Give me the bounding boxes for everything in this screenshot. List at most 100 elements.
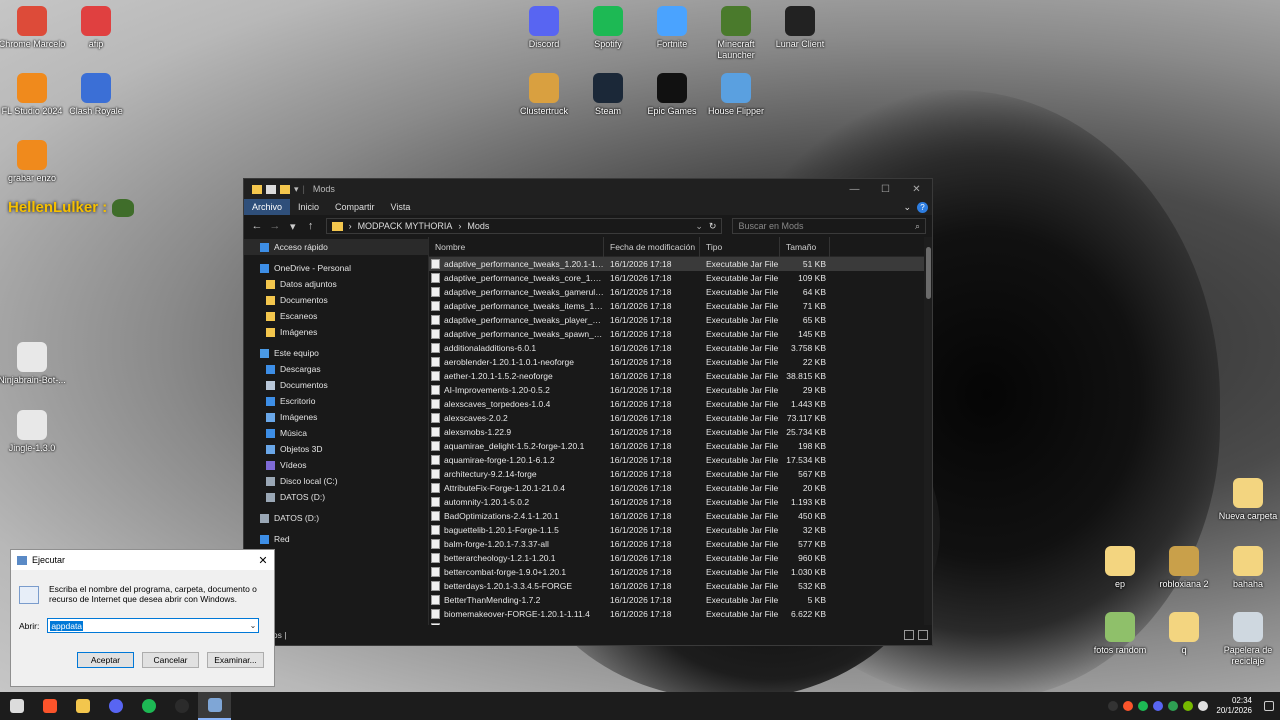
nav-item[interactable]: Datos adjuntos	[244, 276, 428, 292]
file-row[interactable]: BetterThanMending-1.7.2 16/1/2026 17:18 Ex…	[429, 593, 932, 607]
nav-item[interactable]: Imágenes	[244, 324, 428, 340]
quick-access-dropdown-icon[interactable]: ▾	[294, 184, 299, 195]
desktop-icon[interactable]: Ninjabrain-Bot-...	[0, 342, 70, 386]
network-tray-icon[interactable]	[1198, 701, 1209, 711]
expand-ribbon-icon[interactable]: ⌄	[903, 202, 911, 213]
vertical-scrollbar[interactable]	[924, 237, 932, 625]
taskbar-run-button[interactable]	[198, 692, 231, 720]
desktop-icon[interactable]: afip	[58, 6, 134, 50]
file-row[interactable]: aquamirae_delight-1.5.2-forge-1.20.1 16/1…	[429, 439, 932, 453]
scrollbar-thumb[interactable]	[926, 247, 931, 299]
address-bar[interactable]: › MODPACK MYTHORIA › Mods ⌄ ↻	[325, 218, 723, 234]
nvidia-tray-icon[interactable]	[1183, 701, 1194, 711]
desktop-icon[interactable]: Clash Royale	[58, 73, 134, 117]
file-row[interactable]: BadOptimizations-2.4.1-1.20.1 16/1/2026 1…	[429, 509, 932, 523]
new-folder-icon[interactable]	[280, 184, 290, 194]
file-row[interactable]: blossom-blade-1.2 16/1/2026 17:18Executab…	[429, 621, 932, 625]
file-row[interactable]: aquamirae-forge-1.20.1-6.1.2 16/1/2026 17…	[429, 453, 932, 467]
recent-locations-icon[interactable]: ▾	[286, 220, 300, 233]
browse-button[interactable]: Examinar...	[207, 652, 264, 668]
nav-item[interactable]: Descargas	[244, 361, 428, 377]
ok-button[interactable]: Aceptar	[77, 652, 134, 668]
nav-item[interactable]: Documentos	[244, 377, 428, 393]
desktop-icon[interactable]: grabar enzo	[0, 140, 70, 184]
nav-item[interactable]: OneDrive - Personal	[244, 260, 428, 276]
file-row[interactable]: alexscaves-2.0.2 16/1/2026 17:18 Executabl…	[429, 411, 932, 425]
close-button[interactable]: ✕	[252, 554, 274, 567]
file-row[interactable]: adaptive_performance_tweaks_1.20.1-11...…	[429, 257, 932, 271]
forward-button[interactable]: →	[268, 220, 282, 232]
address-dropdown-icon[interactable]: ⌄	[695, 221, 703, 232]
column-name[interactable]: Nombre	[429, 237, 604, 257]
tab-inicio[interactable]: Inicio	[290, 199, 327, 215]
taskbar-brave-button[interactable]	[33, 692, 66, 720]
nav-item[interactable]: Este equipo	[244, 345, 428, 361]
spotify-tray-icon[interactable]	[1138, 701, 1149, 711]
run-input[interactable]: appdata ⌄	[47, 618, 260, 633]
epic-tray-icon[interactable]	[1108, 701, 1119, 711]
chevron-right-icon[interactable]: ›	[349, 221, 352, 231]
breadcrumb-mods[interactable]: Mods	[467, 221, 489, 231]
file-row[interactable]: adaptive_performance_tweaks_player_1.2..…	[429, 313, 932, 327]
refresh-icon[interactable]: ↻	[709, 221, 717, 232]
file-row[interactable]: alexscaves_torpedoes-1.0.4 16/1/2026 17:1…	[429, 397, 932, 411]
chevron-right-icon[interactable]: ›	[458, 221, 461, 231]
minimize-button[interactable]: —	[839, 179, 870, 199]
help-icon[interactable]: ?	[917, 201, 928, 213]
run-input-value[interactable]: appdata	[50, 620, 84, 631]
nav-item[interactable]: Escaneos	[244, 308, 428, 324]
file-row[interactable]: biomemakeover-FORGE-1.20.1-1.11.4 16/1/20…	[429, 607, 932, 621]
file-row[interactable]: aeroblender-1.20.1-1.0.1-neoforge 16/1/20…	[429, 355, 932, 369]
column-date[interactable]: Fecha de modificación	[604, 237, 700, 257]
desktop-icon[interactable]: House Flipper	[698, 73, 774, 117]
taskbar-explorer-button[interactable]	[66, 692, 99, 720]
nav-item[interactable]: Escritorio	[244, 393, 428, 409]
cancel-button[interactable]: Cancelar	[142, 652, 199, 668]
file-row[interactable]: balm-forge-1.20.1-7.3.37-all 16/1/2026 17…	[429, 537, 932, 551]
file-row[interactable]: aether-1.20.1-1.5.2-neoforge 16/1/2026 17…	[429, 369, 932, 383]
run-titlebar[interactable]: Ejecutar ✕	[11, 550, 274, 570]
file-row[interactable]: baguettelib-1.20.1-Forge-1.1.5 16/1/2026 …	[429, 523, 932, 537]
nav-item[interactable]: Vídeos	[244, 457, 428, 473]
search-box[interactable]: Buscar en Mods ⌕	[732, 218, 927, 234]
file-row[interactable]: architectury-9.2.14-forge 16/1/2026 17:18…	[429, 467, 932, 481]
brave-tray-icon[interactable]	[1123, 701, 1134, 711]
taskbar-obs-button[interactable]	[165, 692, 198, 720]
maximize-button[interactable]: ☐	[870, 179, 901, 199]
desktop-icon[interactable]: Nueva carpeta	[1210, 478, 1280, 522]
properties-icon[interactable]	[266, 184, 276, 194]
green-tray-icon[interactable]	[1168, 701, 1179, 711]
file-row[interactable]: adaptive_performance_tweaks_gamerule... 1…	[429, 285, 932, 299]
breadcrumb-modpack[interactable]: MODPACK MYTHORIA	[358, 221, 453, 231]
taskbar-start-button[interactable]	[0, 692, 33, 720]
nav-item[interactable]: Objetos 3D	[244, 441, 428, 457]
file-row[interactable]: alexsmobs-1.22.9 16/1/2026 17:18 Executabl…	[429, 425, 932, 439]
taskbar-discord-button[interactable]	[99, 692, 132, 720]
file-row[interactable]: AI-Improvements-1.20-0.5.2 16/1/2026 17:1…	[429, 383, 932, 397]
back-button[interactable]: ←	[250, 220, 264, 232]
desktop-icon[interactable]: Jingle-1.3.0	[0, 410, 70, 454]
column-type[interactable]: Tipo	[700, 237, 780, 257]
close-button[interactable]: ✕	[901, 179, 932, 199]
taskbar-spotify-button[interactable]	[132, 692, 165, 720]
file-row[interactable]: adaptive_performance_tweaks_spawn_1.... 1…	[429, 327, 932, 341]
tab-vista[interactable]: Vista	[383, 199, 419, 215]
nav-item[interactable]: Red	[244, 531, 428, 547]
tab-archivo[interactable]: Archivo	[244, 199, 291, 215]
tab-compartir[interactable]: Compartir	[327, 199, 383, 215]
file-row[interactable]: additionaladditions-6.0.1 16/1/2026 17:18…	[429, 341, 932, 355]
file-row[interactable]: betterdays-1.20.1-3.3.4.5-FORGE 16/1/2026…	[429, 579, 932, 593]
notification-icon[interactable]	[1264, 701, 1274, 711]
nav-item[interactable]: Imágenes	[244, 409, 428, 425]
nav-item[interactable]: Documentos	[244, 292, 428, 308]
explorer-titlebar[interactable]: ▾ | Mods — ☐ ✕	[244, 179, 932, 199]
up-button[interactable]: ↑	[304, 220, 318, 232]
file-row[interactable]: adaptive_performance_tweaks_items_1.2...…	[429, 299, 932, 313]
desktop-icon[interactable]: Lunar Client	[762, 6, 838, 50]
chevron-down-icon[interactable]: ⌄	[250, 621, 257, 630]
discord-tray-icon[interactable]	[1153, 701, 1164, 711]
nav-item[interactable]: DATOS (D:)	[244, 489, 428, 505]
column-size[interactable]: Tamaño	[780, 237, 830, 257]
nav-item[interactable]: Música	[244, 425, 428, 441]
file-row[interactable]: AttributeFix-Forge-1.20.1-21.0.4 16/1/202…	[429, 481, 932, 495]
